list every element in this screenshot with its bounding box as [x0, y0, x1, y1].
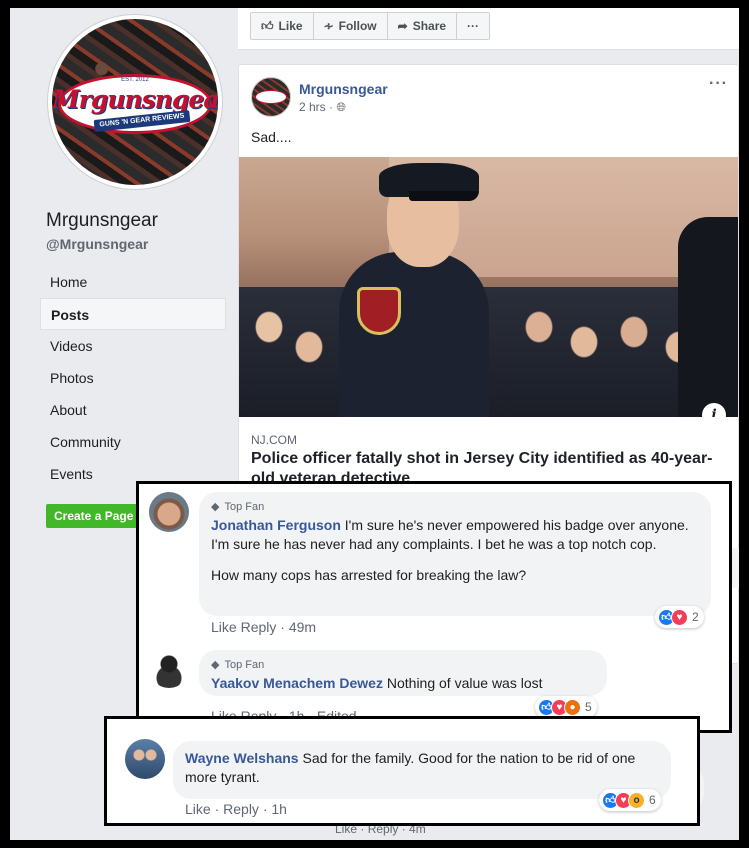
comment-avatar[interactable] — [125, 739, 165, 779]
logo-wordmark: Mrgunsngear — [52, 85, 218, 114]
comment-avatar[interactable] — [149, 648, 189, 688]
reaction-count: 5 — [585, 700, 592, 714]
comment-like-link[interactable]: Like — [185, 801, 211, 817]
top-fan-badge: ◆ Top Fan — [211, 658, 595, 672]
comment-like-link[interactable]: Like — [211, 619, 237, 635]
comment-actions: Like Reply · 49m — [211, 619, 317, 635]
post-more-button[interactable]: ··· — [709, 75, 728, 93]
nav-item-videos[interactable]: Videos — [40, 330, 226, 362]
thumbs-up-icon: 👍︎ — [261, 18, 274, 33]
photo-shoulder-patch — [357, 287, 401, 335]
nav-item-photos[interactable]: Photos — [40, 362, 226, 394]
photo-right-figure — [678, 217, 738, 417]
comment-time[interactable]: 1h — [271, 801, 287, 817]
page-action-bar: 👍︎ Like ∻ Follow ➦ Share ··· — [238, 8, 739, 50]
angry-reaction-icon: ● — [564, 698, 581, 716]
like-page-label: Like — [278, 19, 303, 33]
reaction-count: 6 — [649, 793, 656, 807]
rss-icon: ∻ — [323, 19, 334, 33]
comment-reply-link[interactable]: Reply — [223, 801, 259, 817]
comment-reactions[interactable]: 👍︎ ♥ 2 — [655, 606, 704, 628]
comment-avatar[interactable] — [149, 492, 189, 532]
comment-bubble: Wayne Welshans Sad for the family. Good … — [173, 741, 671, 799]
love-reaction-icon: ♥ — [671, 608, 688, 626]
post-time[interactable]: 2 hrs · — [299, 100, 333, 114]
diamond-icon: ◆ — [211, 659, 220, 671]
photo-officer-body — [339, 252, 489, 417]
comment-time[interactable]: 49m — [289, 619, 316, 635]
comment-author[interactable]: Yaakov Menachem Dewez — [211, 675, 383, 691]
comment-actions: Like · Reply · 1h — [185, 801, 287, 817]
comment-reply-link[interactable]: Reply — [241, 619, 277, 635]
comment-body: Wayne Welshans Sad for the family. Good … — [185, 749, 659, 787]
link-domain: NJ.COM — [251, 433, 297, 447]
comment-author[interactable]: Wayne Welshans — [185, 750, 299, 766]
nav-item-community[interactable]: Community — [40, 426, 226, 458]
create-page-button[interactable]: Create a Page — [46, 504, 142, 528]
comment-author[interactable]: Jonathan Ferguson — [211, 517, 341, 533]
post-author[interactable]: Mrgunsngear — [299, 81, 388, 97]
photo-officer-visor — [409, 191, 479, 201]
profile-picture[interactable]: EST. 2012 Mrgunsngear GUNS 'N GEAR REVIE… — [47, 14, 223, 190]
comment-body: Jonathan Ferguson I'm sure he's never em… — [211, 516, 699, 554]
action-buttons: 👍︎ Like ∻ Follow ➦ Share ··· — [250, 12, 491, 40]
nav-item-posts[interactable]: Posts — [40, 298, 226, 330]
like-page-button[interactable]: 👍︎ Like — [251, 13, 314, 39]
reaction-count: 2 — [692, 610, 699, 624]
share-arrow-icon: ➦ — [397, 19, 408, 33]
top-fan-label: Top Fan — [224, 500, 265, 513]
nav-item-home[interactable]: Home — [40, 266, 226, 298]
link-preview-image[interactable]: i — [239, 157, 738, 417]
profile-picture-image: EST. 2012 Mrgunsngear GUNS 'N GEAR REVIE… — [52, 19, 218, 185]
page-handle[interactable]: @Mrgunsngear — [46, 236, 148, 252]
page-name[interactable]: Mrgunsngear — [46, 210, 158, 232]
post-meta: 2 hrs · 🌐︎ — [299, 100, 346, 115]
highlighted-comment-box: Wayne Welshans Sad for the family. Good … — [104, 716, 700, 826]
top-fan-label: Top Fan — [224, 658, 265, 671]
highlighted-comments-box: ◆ Top Fan Jonathan Ferguson I'm sure he'… — [136, 481, 732, 733]
comment-bubble: ◆ Top Fan Yaakov Menachem Dewez Nothing … — [199, 650, 607, 696]
top-fan-badge: ◆ Top Fan — [211, 500, 699, 514]
page-nav: Home Posts Videos Photos About Community… — [40, 266, 226, 490]
more-options-button[interactable]: ··· — [457, 13, 490, 39]
wow-reaction-icon: o — [628, 791, 645, 809]
comment-text: Nothing of value was lost — [386, 675, 543, 691]
comment-reactions[interactable]: 👍︎ ♥ o 6 — [599, 789, 661, 811]
logo-est: EST. 2012 — [121, 77, 149, 83]
comment-text-second: How many cops has arrested for breaking … — [211, 567, 527, 583]
comment-reactions[interactable]: 👍︎ ♥ ● 5 — [535, 696, 597, 718]
post-author-avatar[interactable] — [251, 77, 291, 117]
comment-body: Yaakov Menachem Dewez Nothing of value w… — [211, 674, 595, 693]
comment-bubble: ◆ Top Fan Jonathan Ferguson I'm sure he'… — [199, 492, 711, 616]
share-page-button[interactable]: ➦ Share — [387, 13, 458, 39]
post-text: Sad.... — [251, 129, 292, 145]
diamond-icon: ◆ — [211, 501, 220, 513]
nav-item-about[interactable]: About — [40, 394, 226, 426]
share-page-label: Share — [412, 19, 447, 33]
post-author-avatar-logo — [255, 90, 287, 104]
globe-icon: 🌐︎ — [336, 100, 346, 114]
follow-page-label: Follow — [338, 19, 377, 33]
follow-page-button[interactable]: ∻ Follow — [313, 13, 388, 39]
